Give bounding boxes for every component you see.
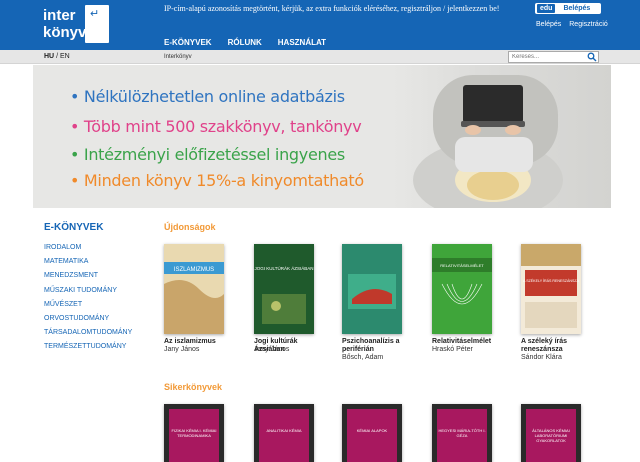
book-author-1: Jany János [254, 346, 290, 353]
edu-login-button[interactable]: edu Belépés [535, 3, 601, 14]
category-natural-sciences[interactable]: TERMÉSZETTUDOMÁNY [44, 342, 132, 356]
breadcrumb[interactable]: Interkönyv [164, 54, 192, 60]
hero-banner: • Nélkülözhetetlen online adatbázis • Tö… [33, 65, 611, 208]
edu-login-label: Belépés [563, 5, 591, 12]
bestseller-cover-0[interactable]: FIZIKAI KÉMIA I. KÉMIAI TERMODINAMIKA [164, 404, 224, 462]
banner-line-1: • Nélkülözhetetlen online adatbázis [70, 87, 345, 106]
book-cover-text-0: ISZLAMIZMUS [174, 267, 214, 273]
book-title-2[interactable]: Pszichoanalízis a periférián [342, 338, 412, 354]
category-literature[interactable]: IRODALOM [44, 243, 132, 257]
lang-en[interactable]: EN [60, 53, 70, 60]
search-icon[interactable] [587, 52, 597, 62]
banner-line-3: • Intézményi előfizetéssel ingyenes [70, 145, 345, 164]
book-cover-text-1: JOGI KULTÚRÁK ÁZSIÁBAN [255, 265, 314, 271]
nav-ebooks[interactable]: E-KÖNYVEK [164, 38, 212, 47]
book-cover-text-4: A SZÉKELY ÍRÁS RENESZÁNSZA [523, 278, 580, 283]
bestsellers-title: Sikerkönyvek [164, 382, 223, 392]
language-switcher: HU / EN [44, 53, 70, 60]
lang-hu[interactable]: HU [44, 53, 54, 60]
book-author-2: Bősch, Adam [342, 354, 384, 361]
bestseller-cover-3[interactable]: HEGYESI MÁRIA-TÓTH I. GÉZA [432, 404, 492, 462]
logo-line1: inter [43, 7, 76, 24]
sub-bar: HU / EN Interkönyv [0, 50, 640, 64]
book-author-0: Jany János [164, 346, 200, 353]
category-art[interactable]: MŰVÉSZET [44, 300, 132, 314]
book-cover-4[interactable]: A SZÉKELY ÍRÁS RENESZÁNSZA [521, 244, 581, 334]
logo-line2: könyv [43, 24, 87, 41]
search-input[interactable] [508, 51, 599, 63]
category-management[interactable]: MENEDZSMENT [44, 271, 132, 285]
banner-line-2: • Több mint 500 szakkönyv, tankönyv [70, 117, 362, 136]
person-with-laptop-illustration [413, 75, 563, 208]
bestseller-cover-4[interactable]: ÁLTALÁNOS KÉMIAI LABORATÓRIUMI GYAKORLAT… [521, 404, 581, 462]
bestseller-cover-text-2: KÉMIAI ALAPOK [356, 428, 388, 433]
login-link[interactable]: Belépés [536, 21, 561, 28]
book-author-4: Sándor Klára [521, 354, 562, 361]
book-cover-2[interactable] [342, 244, 402, 334]
book-title-0[interactable]: Az iszlamizmus [164, 338, 234, 346]
new-books-title: Újdonságok [164, 222, 216, 232]
bestseller-cover-1[interactable]: ANALITIKAI KÉMIA [254, 404, 314, 462]
book-cover-1[interactable]: JOGI KULTÚRÁK ÁZSIÁBAN [254, 244, 314, 334]
nav-about[interactable]: RÓLUNK [228, 38, 262, 47]
category-medicine[interactable]: ORVOSTUDOMÁNY [44, 314, 132, 328]
logo-book-icon: ↵ [85, 5, 109, 43]
category-list: IRODALOM MATEMATIKA MENEDZSMENT MŰSZAKI … [44, 243, 132, 357]
register-link[interactable]: Regisztráció [569, 21, 608, 28]
banner-line-4: • Minden könyv 15%-a kinyomtatható [70, 171, 364, 190]
category-engineering[interactable]: MŰSZAKI TUDOMÁNY [44, 286, 132, 300]
ip-login-notice: IP-cím-alapú azonosítás megtörtént, kérj… [164, 4, 500, 13]
category-social-sciences[interactable]: TÁRSADALOMTUDOMÁNY [44, 328, 132, 342]
account-links: Belépés Regisztráció [536, 21, 614, 28]
nav-usage[interactable]: HASZNÁLAT [278, 38, 326, 47]
book-cover-0[interactable]: ISZLAMIZMUS [164, 244, 224, 334]
bestseller-cover-2[interactable]: KÉMIAI ALAPOK [342, 404, 402, 462]
logo[interactable]: inter könyv [43, 7, 86, 41]
bestseller-cover-text-1: ANALITIKAI KÉMIA [266, 428, 302, 433]
banner-photo [393, 65, 611, 208]
book-author-3: Hraskó Péter [432, 346, 473, 353]
book-cover-text-3: RELATIVITÁSELMÉLET [440, 263, 484, 268]
bestseller-cover-text-0: FIZIKAI KÉMIA I. KÉMIAI TERMODINAMIKA [171, 428, 217, 438]
sidebar-title: E-KÖNYVEK [44, 222, 104, 233]
bestseller-cover-text-3: HEGYESI MÁRIA-TÓTH I. GÉZA [438, 428, 486, 438]
bestseller-cover-text-4: ÁLTALÁNOS KÉMIAI LABORATÓRIUMI GYAKORLAT… [532, 428, 570, 443]
book-cover-3[interactable]: RELATIVITÁSELMÉLET [432, 244, 492, 334]
book-title-4[interactable]: A széleký írás reneszánsza [521, 338, 591, 354]
book-title-3[interactable]: Relativitáselmélet [432, 338, 502, 346]
site-header: inter könyv ↵ IP-cím-alapú azonosítás me… [0, 0, 640, 50]
main-nav: E-KÖNYVEK RÓLUNK HASZNÁLAT [164, 38, 326, 47]
category-mathematics[interactable]: MATEMATIKA [44, 257, 132, 271]
edu-badge: edu [537, 4, 556, 13]
